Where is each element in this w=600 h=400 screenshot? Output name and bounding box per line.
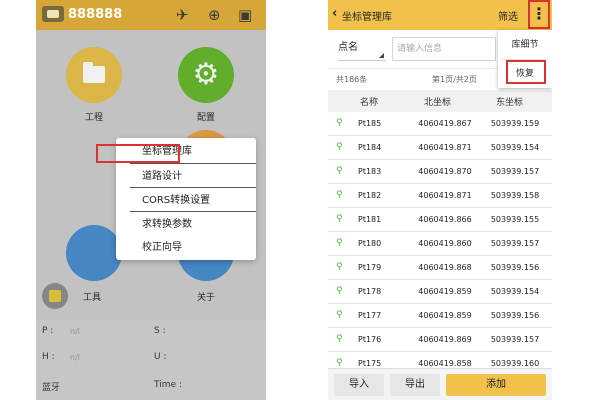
pin-icon: ⚲	[336, 358, 343, 368]
pin-icon: ⚲	[336, 262, 343, 272]
cell-north: 4060419.860	[418, 239, 472, 248]
cell-north: 4060419.869	[418, 335, 472, 344]
action-footer: 导入 导出 添加	[328, 368, 552, 400]
col-east: 东坐标	[496, 98, 524, 108]
table-row[interactable]: ⚲ Pt180 4060419.860 503939.157	[328, 232, 552, 256]
cell-east: 503939.160	[490, 359, 540, 368]
cell-name: Pt179	[358, 263, 382, 272]
total-count: 共186条	[336, 75, 368, 84]
pin-icon: ⚲	[336, 334, 343, 344]
highlight-box	[528, 0, 550, 29]
search-field-select[interactable]: 点名	[338, 39, 386, 61]
cell-north: 4060419.858	[418, 359, 472, 368]
cell-east: 503939.154	[490, 287, 540, 296]
menu-item-cors-settings[interactable]: CORS转换设置	[116, 189, 256, 212]
window-icon[interactable]: ▣	[238, 5, 252, 25]
search-input[interactable]: 请输入信息	[392, 37, 496, 61]
cell-north: 4060419.859	[418, 311, 472, 320]
cell-north: 4060419.867	[418, 119, 472, 128]
cell-east: 503939.157	[490, 335, 540, 344]
cell-east: 503939.158	[490, 191, 540, 200]
cell-east: 503939.156	[490, 263, 540, 272]
device-logo-icon	[42, 6, 64, 22]
search-field-value: 点名	[338, 42, 358, 53]
table-row[interactable]: ⚲ Pt184 4060419.871 503939.154	[328, 136, 552, 160]
cell-north: 4060419.859	[418, 287, 472, 296]
col-name: 名称	[360, 98, 379, 108]
pin-icon: ⚲	[336, 238, 343, 248]
menu-divider	[130, 211, 256, 212]
cell-north: 4060419.871	[418, 191, 472, 200]
cell-name: Pt175	[358, 359, 382, 368]
table-row[interactable]: ⚲ Pt177 4060419.859 503939.156	[328, 304, 552, 328]
pin-icon: ⚲	[336, 190, 343, 200]
satellite-icon[interactable]: ✈	[176, 5, 189, 25]
pin-icon: ⚲	[336, 286, 343, 296]
table-header: 名称 北坐标 东坐标	[328, 90, 552, 112]
home-top-bar: 888888 ✈ ⊕ ▣	[36, 0, 266, 30]
cell-name: Pt176	[358, 335, 382, 344]
highlight-box	[506, 60, 546, 84]
pin-icon: ⚲	[336, 118, 343, 128]
col-north: 北坐标	[424, 98, 452, 108]
menu-item-calibration-wizard[interactable]: 校正向导	[116, 236, 256, 259]
cell-name: Pt184	[358, 143, 382, 152]
import-button[interactable]: 导入	[334, 374, 384, 396]
cell-east: 503939.157	[490, 239, 540, 248]
cell-name: Pt185	[358, 119, 382, 128]
page-indicator: 第1页/共2页	[432, 75, 477, 84]
cell-north: 4060419.868	[418, 263, 472, 272]
screenshot-root: 888888 ✈ ⊕ ▣ 工程 ⚙ 配置 工具 关于 P : n/l S : H…	[0, 0, 600, 400]
pin-icon: ⚲	[336, 166, 343, 176]
cell-east: 503939.159	[490, 119, 540, 128]
home-screen: 888888 ✈ ⊕ ▣ 工程 ⚙ 配置 工具 关于 P : n/l S : H…	[36, 0, 266, 400]
export-button[interactable]: 导出	[390, 374, 440, 396]
filter-button[interactable]: 筛选	[498, 8, 518, 23]
table-row[interactable]: ⚲ Pt182 4060419.871 503939.158	[328, 184, 552, 208]
cell-name: Pt178	[358, 287, 382, 296]
pin-icon: ⚲	[336, 214, 343, 224]
cell-north: 4060419.871	[418, 143, 472, 152]
cell-name: Pt177	[358, 311, 382, 320]
table-row[interactable]: ⚲ Pt185 4060419.867 503939.159	[328, 112, 552, 136]
menu-divider	[130, 187, 256, 188]
table-row[interactable]: ⚲ Pt181 4060419.866 503939.155	[328, 208, 552, 232]
cell-name: Pt181	[358, 215, 382, 224]
table-row[interactable]: ⚲ Pt175 4060419.858 503939.160	[328, 352, 552, 368]
table-row[interactable]: ⚲ Pt178 4060419.859 503939.154	[328, 280, 552, 304]
menu-item-road-design[interactable]: 道路设计	[116, 165, 256, 188]
highlight-box	[96, 144, 180, 163]
dropdown-arrow-icon	[379, 53, 384, 58]
pin-icon: ⚲	[336, 310, 343, 320]
cell-north: 4060419.870	[418, 167, 472, 176]
library-top-bar: ‹ 坐标管理库 筛选 ⋮	[328, 0, 552, 30]
menu-divider	[130, 163, 256, 164]
pin-icon: ⚲	[336, 142, 343, 152]
table-row[interactable]: ⚲ Pt176 4060419.869 503939.157	[328, 328, 552, 352]
points-table: ⚲ Pt185 4060419.867 503939.159 ⚲ Pt184 4060419…	[328, 112, 552, 368]
page-title: 坐标管理库	[342, 12, 392, 23]
cell-north: 4060419.866	[418, 215, 472, 224]
cell-name: Pt182	[358, 191, 382, 200]
coordinate-library-screen: ‹ 坐标管理库 筛选 ⋮ 点名 请输入信息 共186条 第1页/共2页 名称 北…	[328, 0, 552, 400]
back-chevron-icon[interactable]: ‹	[332, 6, 337, 21]
tripod-icon[interactable]: ⊕	[208, 5, 221, 25]
cell-east: 503939.155	[490, 215, 540, 224]
table-row[interactable]: ⚲ Pt183 4060419.870 503939.157	[328, 160, 552, 184]
cell-east: 503939.154	[490, 143, 540, 152]
cell-east: 503939.157	[490, 167, 540, 176]
cell-name: Pt183	[358, 167, 382, 176]
cell-name: Pt180	[358, 239, 382, 248]
menu-item-transform-params[interactable]: 求转换参数	[116, 213, 256, 236]
popup-library-details[interactable]: 库细节	[498, 32, 552, 58]
add-button[interactable]: 添加	[446, 374, 546, 396]
device-name: 888888	[68, 7, 123, 22]
table-row[interactable]: ⚲ Pt179 4060419.868 503939.156	[328, 256, 552, 280]
cell-east: 503939.156	[490, 311, 540, 320]
